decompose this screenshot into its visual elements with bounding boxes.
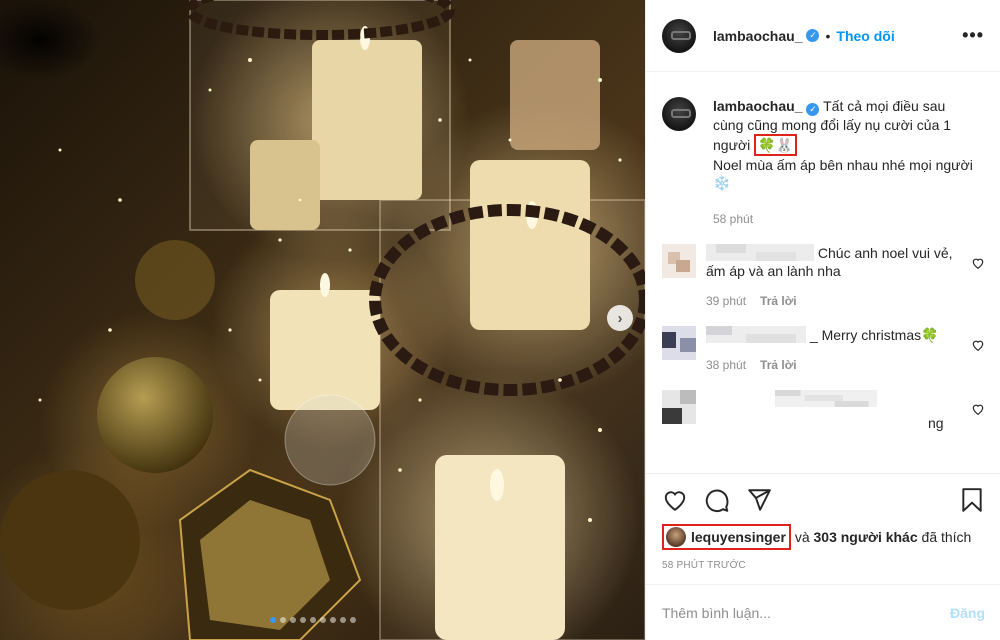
caption-text-line2: Noel mùa ấm áp bên nhau nhé mọi người (713, 157, 973, 173)
instagram-post: › lambaochau_ ✓ • Theo dõi ••• lambaocha… (0, 0, 1000, 640)
more-icon[interactable]: ••• (962, 25, 984, 46)
carousel-dot (300, 617, 306, 623)
pixelated-comment (775, 390, 877, 407)
comment-time: 38 phút (706, 358, 747, 372)
snowflake-emoji: ❄️ (713, 175, 731, 191)
likes-connector: và (794, 529, 810, 545)
carousel-indicator (270, 617, 356, 623)
post-photo[interactable]: › (0, 0, 645, 640)
comment-text: ng (928, 415, 944, 431)
likes-suffix: đã thích (921, 529, 972, 545)
clover-emoji: 🍀 (921, 327, 939, 343)
liker-username[interactable]: lequyensinger (691, 529, 786, 545)
author-handle[interactable]: lambaochau_ (713, 28, 802, 44)
post-timestamp[interactable]: 58 PHÚT TRƯỚC (662, 560, 985, 571)
verified-icon: ✓ (806, 29, 820, 42)
post-panel: lambaochau_ ✓ • Theo dõi ••• lambaochau_… (645, 0, 1000, 640)
actions-section: lequyensinger và 303 người khác đã thích… (646, 473, 1000, 571)
like-comment-heart-icon[interactable] (971, 338, 985, 352)
carousel-dot (270, 617, 276, 623)
like-comment-heart-icon[interactable] (971, 402, 985, 416)
likes-count-link[interactable]: 303 người khác (814, 529, 918, 545)
carousel-dot (320, 617, 326, 623)
reply-button[interactable]: Trả lời (760, 358, 797, 372)
liker-avatar (666, 527, 686, 547)
caption-avatar[interactable] (662, 97, 696, 131)
highlighted-liker[interactable]: lequyensinger (662, 524, 791, 550)
rabbit-emoji: 🐰 (775, 137, 794, 153)
follow-button[interactable]: Theo dõi (836, 28, 894, 44)
add-comment-bar: Đăng (646, 584, 1000, 640)
carousel-dot (350, 617, 356, 623)
carousel-dot (280, 617, 286, 623)
comment-time: 39 phút (706, 294, 747, 308)
comments-section[interactable]: lambaochau_ ✓ Tất cả mọi điều sau cùng cũ… (646, 73, 1000, 473)
next-photo-button[interactable]: › (607, 305, 633, 331)
carousel-dot (310, 617, 316, 623)
pixelated-username (706, 244, 814, 261)
pixelated-avatar (662, 390, 696, 424)
add-comment-input[interactable] (662, 604, 932, 621)
clover-emoji: 🍀 (758, 137, 776, 153)
pixelated-username (706, 326, 806, 343)
pixelated-avatar (662, 244, 696, 278)
verified-icon: ✓ (806, 103, 820, 116)
reply-button[interactable]: Trả lời (760, 294, 797, 308)
carousel-dot (290, 617, 296, 623)
like-comment-heart-icon[interactable] (971, 256, 985, 270)
share-icon[interactable] (746, 487, 772, 513)
carousel-dot (340, 617, 346, 623)
comment-icon[interactable] (704, 487, 730, 513)
candles-illustration (0, 0, 645, 640)
highlighted-emoji-box: 🍀🐰 (754, 134, 798, 156)
caption-time: 58 phút (713, 212, 754, 226)
post-header: lambaochau_ ✓ • Theo dõi ••• (646, 0, 1000, 72)
caption: lambaochau_ ✓ Tất cả mọi điều sau cùng cũ… (662, 97, 985, 228)
comment-text: _ Merry christmas (809, 327, 922, 343)
comment-item: _ Merry christmas🍀 38 phút Trả lời (662, 326, 985, 374)
post-comment-button[interactable]: Đăng (950, 605, 985, 621)
author-avatar[interactable] (662, 18, 696, 53)
comment-item: Chúc anh noel vui vẻ, ấm áp và an lành n… (662, 244, 985, 310)
pixelated-avatar (662, 326, 696, 360)
carousel-dot (330, 617, 336, 623)
likes-summary: lequyensinger và 303 người khác đã thích (662, 524, 985, 550)
action-icons (662, 486, 985, 514)
caption-handle[interactable]: lambaochau_ (713, 98, 802, 114)
comment-item: ng (662, 390, 985, 431)
heart-icon[interactable] (662, 487, 688, 513)
separator-dot: • (825, 27, 831, 44)
chevron-right-icon: › (617, 309, 623, 327)
save-icon[interactable] (959, 487, 985, 513)
